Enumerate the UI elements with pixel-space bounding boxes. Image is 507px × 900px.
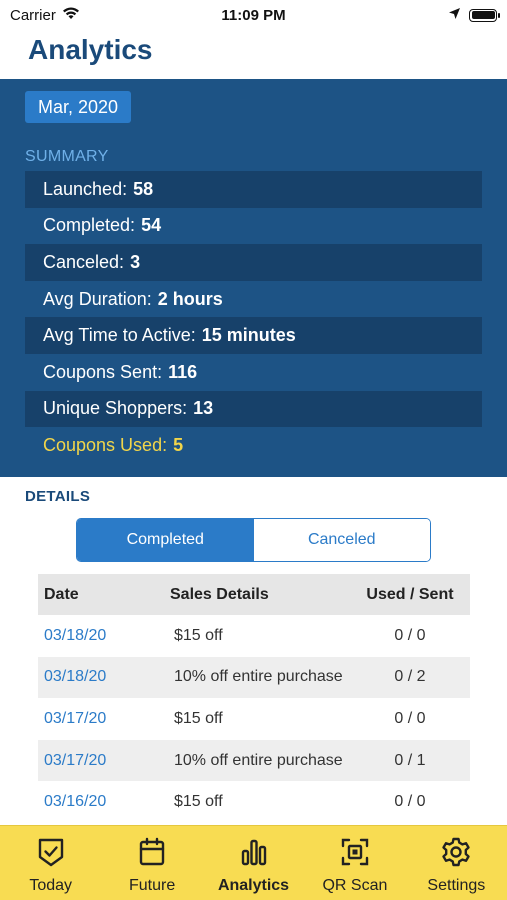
details-table: Date Sales Details Used / Sent 03/18/20 …	[38, 574, 470, 823]
tab-label: Settings	[427, 877, 486, 894]
month-selector-button[interactable]: Mar, 2020	[25, 91, 132, 123]
tab-bar: Today Future Analytics QR Scan Settings	[0, 825, 507, 900]
table-row[interactable]: 03/17/20 $15 off 0 / 0	[38, 698, 470, 740]
summary-value: 13	[193, 398, 214, 419]
tab-future[interactable]: Future	[101, 826, 202, 900]
row-date-link[interactable]: 03/17/20	[38, 710, 168, 728]
gear-icon	[440, 836, 472, 873]
summary-label: Avg Time to Active:	[43, 325, 196, 346]
summary-row-coupons-sent: Coupons Sent: 116	[25, 354, 482, 391]
summary-value: 58	[133, 178, 154, 199]
summary-label: Launched:	[43, 178, 128, 199]
summary-heading: SUMMARY	[25, 148, 109, 165]
table-row[interactable]: 03/18/20 $15 off 0 / 0	[38, 615, 470, 657]
summary-list: Launched: 58 Completed: 54 Canceled: 3 A…	[25, 171, 482, 464]
bar-chart-icon	[238, 836, 270, 873]
table-row[interactable]: 03/16/20 $15 off 0 / 0	[38, 781, 470, 823]
tab-today[interactable]: Today	[0, 826, 101, 900]
row-date-link[interactable]: 03/18/20	[38, 668, 168, 686]
row-sales-details: $15 off	[174, 709, 223, 727]
carrier-label: Carrier	[10, 6, 56, 24]
status-segmented-control: Completed Canceled	[76, 518, 431, 562]
summary-label: Coupons Used:	[43, 434, 168, 455]
summary-row-launched: Launched: 58	[25, 171, 482, 208]
tab-label: Future	[128, 877, 176, 894]
summary-panel: Mar, 2020 SUMMARY Launched: 58 Completed…	[0, 79, 507, 477]
row-used-sent: 0 / 0	[394, 793, 426, 811]
qr-scan-icon	[339, 836, 371, 873]
summary-row-unique-shoppers: Unique Shoppers: 13	[25, 390, 482, 428]
calendar-icon	[136, 836, 168, 873]
summary-label: Avg Duration:	[43, 288, 152, 309]
summary-row-canceled: Canceled: 3	[25, 244, 482, 281]
status-bar: Carrier 11:09 PM	[0, 0, 507, 30]
page-title: Analytics	[28, 34, 153, 65]
tab-label: QR Scan	[322, 877, 388, 894]
column-header-sales-details: Sales Details	[170, 585, 269, 603]
column-header-date: Date	[44, 585, 79, 603]
summary-row-avg-time-to-active: Avg Time to Active: 15 minutes	[25, 317, 482, 354]
summary-row-coupons-used: Coupons Used: 5	[25, 427, 482, 464]
row-used-sent: 0 / 1	[394, 751, 426, 769]
row-date-link[interactable]: 03/16/20	[38, 793, 168, 811]
segment-completed[interactable]: Completed	[77, 519, 254, 561]
summary-row-avg-duration: Avg Duration: 2 hours	[25, 281, 482, 318]
summary-value: 2 hours	[157, 288, 223, 309]
summary-value: 3	[130, 251, 141, 272]
row-used-sent: 0 / 0	[394, 626, 426, 644]
tab-label: Today	[29, 877, 73, 894]
row-used-sent: 0 / 0	[394, 709, 426, 727]
row-used-sent: 0 / 2	[394, 668, 426, 686]
tab-analytics[interactable]: Analytics	[203, 826, 304, 900]
column-header-used-sent: Used / Sent	[366, 585, 454, 603]
details-heading: DETAILS	[25, 488, 91, 505]
summary-label: Completed:	[43, 215, 136, 236]
row-sales-details: $15 off	[174, 626, 223, 644]
row-date-link[interactable]: 03/18/20	[38, 627, 168, 645]
row-sales-details: 10% off entire purchase	[174, 668, 343, 686]
summary-label: Coupons Sent:	[43, 361, 163, 382]
table-row[interactable]: 03/17/20 10% off entire purchase 0 / 1	[38, 739, 470, 782]
location-arrow-icon	[448, 7, 461, 24]
summary-label: Unique Shoppers:	[43, 398, 188, 419]
summary-value: 54	[141, 215, 162, 236]
tab-settings[interactable]: Settings	[406, 826, 507, 900]
table-header: Date Sales Details Used / Sent	[38, 574, 470, 615]
segment-canceled[interactable]: Canceled	[253, 519, 430, 561]
tab-qr-scan[interactable]: QR Scan	[304, 826, 405, 900]
summary-value: 116	[168, 361, 198, 382]
summary-value: 5	[173, 434, 184, 455]
summary-row-completed: Completed: 54	[25, 208, 482, 245]
shield-check-icon	[35, 836, 67, 873]
row-sales-details: 10% off entire purchase	[174, 751, 343, 769]
row-sales-details: $15 off	[174, 793, 223, 811]
battery-icon	[469, 8, 500, 22]
summary-label: Canceled:	[43, 251, 125, 272]
tab-label: Analytics	[217, 877, 290, 894]
table-row[interactable]: 03/18/20 10% off entire purchase 0 / 2	[38, 656, 470, 699]
row-date-link[interactable]: 03/17/20	[38, 752, 168, 770]
wifi-icon	[62, 6, 80, 24]
summary-value: 15 minutes	[201, 325, 296, 346]
